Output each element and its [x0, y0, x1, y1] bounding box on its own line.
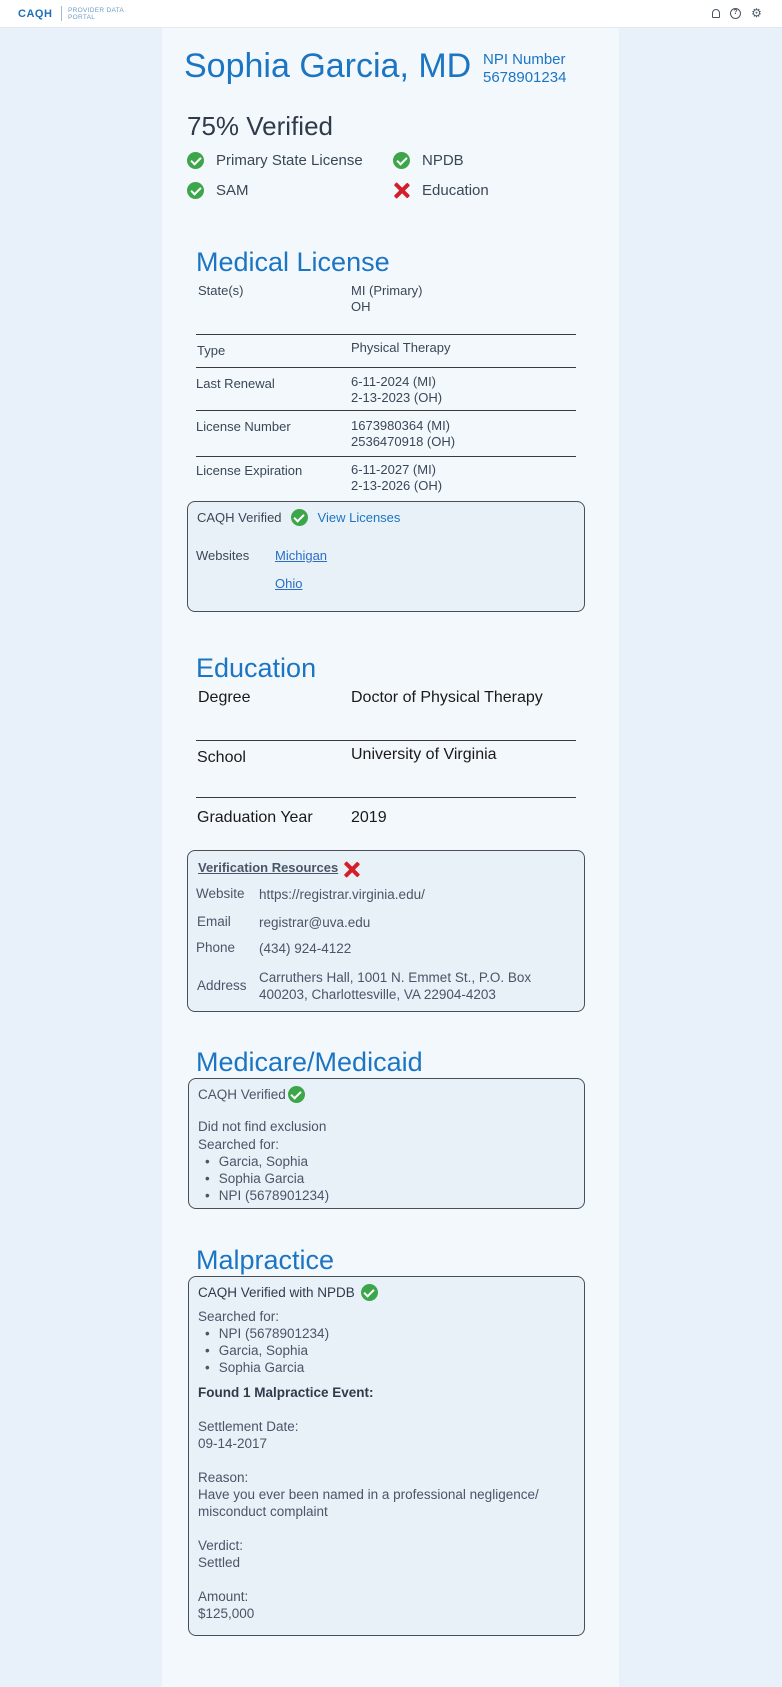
check-icon — [290, 509, 308, 526]
type-value: Physical Therapy — [351, 340, 451, 355]
address-label: Address — [197, 978, 247, 993]
school-label: School — [197, 749, 246, 766]
caqh-logo[interactable]: CAQH — [18, 8, 52, 20]
last-renewal-value-2: 2-13-2023 (OH) — [351, 390, 443, 405]
reason-line-2: misconduct complaint — [198, 1504, 328, 1519]
medicare-result: Did not find exclusion — [198, 1119, 327, 1134]
medicare-verified-label: CAQH Verified — [198, 1087, 286, 1102]
settlement-date-label: Settlement Date: — [198, 1419, 299, 1434]
verification-item-primary-license: Primary State License — [187, 152, 363, 169]
medicare-verified-row: CAQH Verified — [198, 1086, 305, 1103]
divider — [196, 334, 576, 335]
last-renewal-label: Last Renewal — [196, 376, 275, 391]
website-label: Website — [196, 886, 245, 901]
check-icon — [287, 1086, 305, 1103]
email-label: Email — [197, 914, 231, 929]
website-link-ohio[interactable]: Ohio — [275, 576, 302, 592]
address-line-1: Carruthers Hall, 1001 N. Emmet St., P.O.… — [259, 970, 532, 985]
gear-icon[interactable]: ⚙ — [751, 7, 762, 19]
type-label: Type — [197, 343, 226, 358]
logo-divider — [61, 6, 62, 21]
settlement-date-value: 09-14-2017 — [198, 1436, 268, 1451]
license-expiration-label: License Expiration — [196, 463, 303, 478]
divider — [196, 740, 576, 741]
top-bar: CAQH PROVIDER DATA PORTAL ? ⚙ — [0, 0, 782, 28]
provider-name: Sophia Garcia, MD — [184, 47, 472, 85]
address-line-2: 400203, Charlottesville, VA 22904-4203 — [259, 987, 496, 1002]
license-number-value-1: 1673980364 (MI) — [351, 418, 451, 433]
license-number-value-2: 2536470918 (OH) — [351, 434, 456, 449]
malpractice-title: Malpractice — [196, 1245, 335, 1275]
amount-value: $125,000 — [198, 1606, 255, 1621]
verification-item-label: SAM — [216, 182, 249, 199]
medical-license-title: Medical License — [196, 247, 390, 277]
npi-value: 5678901234 — [483, 69, 567, 86]
divider — [196, 456, 576, 457]
help-icon[interactable]: ? — [730, 8, 741, 19]
degree-value: Doctor of Physical Therapy — [351, 689, 543, 706]
caqh-verified-label: CAQH Verified — [197, 510, 282, 525]
license-expiration-value-2: 2-13-2026 (OH) — [351, 478, 443, 493]
list-item: Sophia Garcia — [198, 1359, 329, 1376]
x-icon — [343, 861, 360, 878]
list-item: NPI (5678901234) — [198, 1187, 329, 1204]
license-expiration-value-1: 6-11-2027 (MI) — [351, 462, 437, 477]
divider — [196, 797, 576, 798]
list-item: NPI (5678901234) — [198, 1325, 329, 1342]
verification-item-label: Primary State License — [216, 152, 363, 169]
verification-resources-title[interactable]: Verification Resources — [198, 860, 338, 875]
check-icon — [393, 152, 410, 169]
states-label: State(s) — [198, 283, 244, 298]
verification-item-npdb: NPDB — [393, 152, 464, 169]
divider — [196, 367, 576, 368]
websites-label: Websites — [196, 548, 250, 563]
malpractice-found-label: Found 1 Malpractice Event: — [198, 1385, 374, 1400]
divider — [196, 410, 576, 411]
email-value[interactable]: registrar@uva.edu — [259, 914, 370, 931]
verification-item-sam: SAM — [187, 182, 249, 199]
portal-name: PROVIDER DATA PORTAL — [68, 7, 124, 21]
malpractice-searched-label: Searched for: — [198, 1309, 280, 1324]
license-number-label: License Number — [196, 419, 291, 434]
last-renewal-value-1: 6-11-2024 (MI) — [351, 374, 437, 389]
education-title: Education — [196, 653, 317, 683]
verification-item-label: NPDB — [422, 152, 464, 169]
verification-item-education: Education — [393, 182, 489, 199]
check-icon — [360, 1284, 378, 1301]
degree-label: Degree — [198, 689, 251, 706]
malpractice-searched-list: NPI (5678901234) Garcia, Sophia Sophia G… — [198, 1325, 329, 1376]
verdict-value: Settled — [198, 1555, 241, 1570]
malpractice-verified-row: CAQH Verified with NPDB — [198, 1284, 378, 1301]
website-value[interactable]: https://registrar.virginia.edu/ — [259, 886, 425, 903]
medicare-title: Medicare/Medicaid — [196, 1047, 423, 1077]
list-item: Garcia, Sophia — [198, 1342, 329, 1359]
check-icon — [187, 182, 204, 199]
website-link-michigan[interactable]: Michigan — [275, 548, 327, 564]
medicare-searched-list: Garcia, Sophia Sophia Garcia NPI (567890… — [198, 1153, 329, 1204]
verification-item-label: Education — [422, 182, 489, 199]
list-item: Sophia Garcia — [198, 1170, 329, 1187]
school-value: University of Virginia — [351, 746, 497, 763]
states-value-1: MI (Primary) — [351, 283, 423, 298]
reason-label: Reason: — [198, 1470, 249, 1485]
malpractice-verified-label: CAQH Verified with NPDB — [198, 1285, 355, 1300]
amount-label: Amount: — [198, 1589, 249, 1604]
phone-label: Phone — [196, 940, 236, 955]
list-item: Garcia, Sophia — [198, 1153, 329, 1170]
bell-icon[interactable] — [712, 9, 720, 18]
check-icon — [187, 152, 204, 169]
caqh-verified-row: CAQH Verified View Licenses — [197, 509, 400, 526]
verdict-label: Verdict: — [198, 1538, 244, 1553]
npi-label: NPI Number — [483, 51, 566, 68]
view-licenses-link[interactable]: View Licenses — [318, 510, 401, 525]
medicare-searched-label: Searched for: — [198, 1137, 280, 1152]
reason-line-1: Have you ever been named in a profession… — [198, 1487, 539, 1502]
graduation-year-value: 2019 — [351, 809, 387, 826]
states-value-2: OH — [351, 299, 371, 314]
top-icons: ? ⚙ — [712, 7, 762, 19]
phone-value: (434) 924-4122 — [259, 941, 352, 956]
x-icon — [393, 182, 410, 199]
verified-percent: 75% Verified — [187, 111, 333, 141]
graduation-year-label: Graduation Year — [197, 809, 313, 826]
